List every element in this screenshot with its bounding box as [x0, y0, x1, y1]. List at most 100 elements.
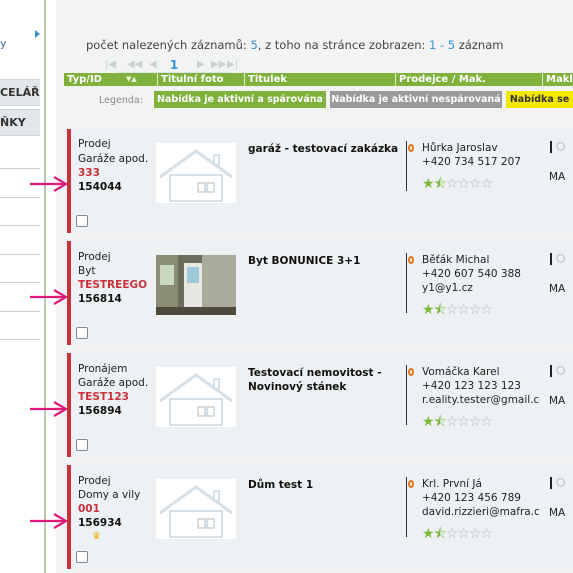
pink-arrow-icon	[30, 176, 69, 192]
agent-phone: +420 123 456 789	[422, 492, 521, 504]
pink-arrow-icon	[30, 401, 69, 417]
property-type: Garáže apod.	[78, 377, 149, 389]
agent-icon	[408, 144, 414, 152]
prev-icon[interactable]: ◀	[149, 59, 157, 70]
sidebar-divider	[0, 311, 40, 312]
sidebar-border	[44, 0, 46, 573]
sort-icon[interactable]: ▼▲	[126, 73, 137, 86]
table-row[interactable]: Prodej Byt TESTREEGO 156814 Byt BONUNICE…	[64, 241, 573, 345]
right-col-text: MA	[549, 507, 566, 519]
next-page-icon[interactable]: ▶▶	[211, 59, 226, 70]
separator	[406, 253, 407, 313]
col-title[interactable]: Titulek	[244, 73, 393, 86]
property-id[interactable]: 156894	[78, 405, 122, 417]
property-title[interactable]: Byt BONUNICE 3+1	[248, 254, 360, 268]
sidebar-partial-text: y	[0, 37, 7, 50]
current-page[interactable]: 1	[166, 58, 182, 72]
legend-third: Nabídka se	[506, 91, 573, 108]
sidebar-expand-arrow-icon[interactable]	[35, 30, 40, 38]
table-header: Typ/ID ▼▲ Titulní foto Titulek Prodejce …	[64, 73, 573, 86]
agent-icon	[408, 480, 414, 488]
property-type: Garáže apod.	[78, 153, 149, 165]
deal-type: Prodej	[78, 138, 111, 150]
property-photo[interactable]	[156, 255, 236, 315]
col-broker[interactable]: Makle	[542, 73, 573, 86]
separator	[406, 141, 407, 191]
sidebar-divider	[0, 339, 40, 340]
col-type-id[interactable]: Typ/ID ▼▲	[64, 73, 149, 86]
property-title-line2[interactable]: Novinový stánek	[248, 380, 346, 394]
placeholder-house-image[interactable]	[156, 479, 236, 539]
rating-stars[interactable]: ★⯪☆☆☆☆	[422, 411, 493, 435]
separator	[406, 365, 407, 425]
placeholder-house-image[interactable]	[156, 143, 236, 203]
legend-active-paired: Nabídka je aktivní a spárována	[154, 91, 326, 108]
property-code[interactable]: 333	[78, 167, 100, 179]
next-icon[interactable]: ▶	[197, 59, 205, 70]
agent-email[interactable]: y1@y1.cz	[422, 281, 473, 295]
col-photo[interactable]: Titulní foto	[157, 73, 242, 86]
right-agent-icon: ○	[556, 252, 566, 264]
agent-email[interactable]: david.rizzieri@mafra.cz	[422, 505, 540, 519]
right-separator	[550, 477, 552, 489]
sidebar-divider	[0, 282, 40, 283]
sidebar-tab-kancelar[interactable]: CELÁŘ	[0, 79, 40, 106]
pager: |◀ ◀◀ ◀ 1 ▶ ▶▶ ▶|	[103, 58, 238, 73]
deal-type: Prodej	[78, 475, 111, 487]
right-agent-icon: ○	[556, 140, 566, 152]
right-separator	[550, 141, 552, 153]
legend-label: Legenda:	[99, 95, 143, 106]
agent-name[interactable]: Běťák Michal	[422, 253, 489, 267]
sidebar-divider	[0, 168, 40, 169]
summary-prefix: počet nalezených záznamů:	[86, 38, 247, 52]
sidebar-divider	[0, 225, 40, 226]
row-checkbox[interactable]	[76, 327, 88, 339]
agent-name[interactable]: Vomáčka Karel	[422, 365, 500, 379]
sidebar-tab-zakazky[interactable]: ŇKY	[0, 109, 40, 136]
row-checkbox[interactable]	[76, 551, 88, 563]
pink-arrow-icon	[30, 513, 69, 529]
row-checkbox[interactable]	[76, 439, 88, 451]
row-checkbox[interactable]	[76, 215, 88, 227]
property-id[interactable]: 156814	[78, 293, 122, 305]
placeholder-house-image[interactable]	[156, 367, 236, 427]
col-seller[interactable]: Prodejce / Mak.	[395, 73, 540, 86]
last-page-icon[interactable]: ▶|	[227, 59, 238, 70]
agent-email[interactable]: r.eality.tester@gmail.cor	[422, 393, 540, 407]
property-title[interactable]: Testovací nemovitost -	[248, 366, 382, 380]
deal-type: Pronájem	[78, 363, 128, 375]
sidebar-divider	[0, 197, 40, 198]
col-type-id-label: Typ/ID	[67, 74, 102, 85]
main-content: počet nalezených záznamů: 5, z toho na s…	[56, 0, 573, 573]
rating-stars[interactable]: ★⯪☆☆☆☆	[422, 173, 493, 197]
sidebar-divider	[0, 254, 40, 255]
table-row[interactable]: Prodej Garáže apod. 333 154044 garáž - t…	[64, 129, 573, 233]
property-title[interactable]: Dům test 1	[248, 478, 313, 492]
agent-icon	[408, 368, 414, 376]
right-col-text: MA	[549, 395, 566, 407]
agent-icon	[408, 256, 414, 264]
rating-stars[interactable]: ★⯪☆☆☆☆	[422, 523, 493, 547]
property-id[interactable]: 156934	[78, 517, 122, 529]
separator	[406, 477, 407, 537]
property-code[interactable]: TEST123	[78, 391, 129, 403]
property-code[interactable]: TESTREEGO	[78, 279, 147, 291]
first-page-icon[interactable]: |◀	[105, 59, 116, 70]
property-id[interactable]: 154044	[78, 181, 122, 193]
property-type: Byt	[78, 265, 96, 277]
deal-type: Prodej	[78, 251, 111, 263]
sidebar: y CELÁŘ ŇKY	[0, 0, 46, 573]
property-type: Domy a vily	[78, 489, 141, 501]
summary-suffix: záznam	[458, 38, 504, 52]
rating-stars[interactable]: ★⯪☆☆☆☆	[422, 299, 493, 323]
property-code[interactable]: 001	[78, 503, 100, 515]
crown-icon: ♛	[92, 531, 101, 542]
prev-page-icon[interactable]: ◀◀	[127, 59, 142, 70]
property-title[interactable]: garáž - testovací zakázka	[248, 142, 398, 156]
agent-phone: +420 734 517 207	[422, 156, 521, 168]
agent-name[interactable]: Krl. První Já	[422, 477, 482, 491]
summary-middle: , z toho na stránce zobrazen:	[257, 38, 426, 52]
table-row[interactable]: Prodej Domy a vily 001 156934 ♛ Dům test…	[64, 465, 573, 569]
table-row[interactable]: Pronájem Garáže apod. TEST123 156894 Tes…	[64, 353, 573, 457]
agent-name[interactable]: Hůrka Jaroslav	[422, 141, 498, 155]
